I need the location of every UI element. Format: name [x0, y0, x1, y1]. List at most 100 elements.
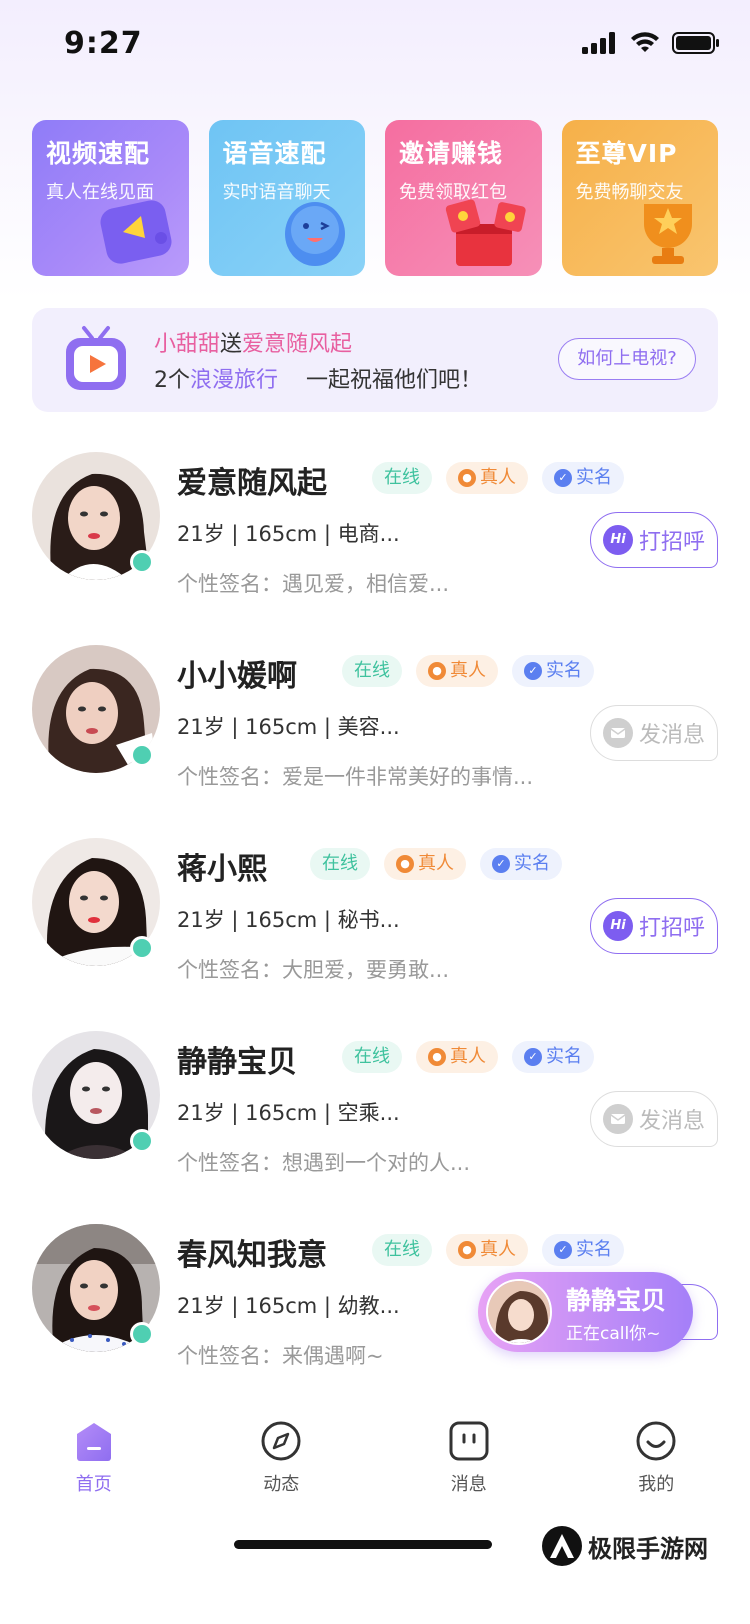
home-icon — [76, 1423, 111, 1461]
banner-receiver: 爱意随风起 — [242, 332, 353, 357]
person-icon: ● — [396, 855, 414, 873]
user-signature: 个性签名：来偶遇啊~ — [177, 1344, 384, 1368]
user-name: 春风知我意 — [177, 1238, 327, 1273]
tag-verified: ✓ 实名 — [512, 655, 594, 687]
user-name: 小小媛啊 — [177, 659, 297, 694]
tag-online: 在线 — [372, 1234, 432, 1266]
user-tags: 在线 ● 真人 ✓ 实名 — [342, 1041, 594, 1073]
banner-verb: 送 — [220, 332, 243, 357]
banner-line-2: 2个浪漫旅行 一起祝福他们吧！ — [154, 362, 482, 394]
send-message-label: 发消息 — [638, 1109, 705, 1134]
tab-label: 我的 — [638, 1474, 675, 1495]
bottom-tab-bar: 首页 动态 消息 我的 — [0, 1420, 750, 1520]
user-name: 蒋小熙 — [177, 852, 267, 887]
feature-subtitle: 真人在线见面 — [46, 182, 154, 203]
person-icon: ● — [458, 1241, 476, 1259]
feature-card-video-match[interactable]: 视频速配 真人在线见面 — [32, 120, 189, 276]
user-tags: 在线 ● 真人 ✓ 实名 — [372, 462, 624, 494]
online-indicator — [130, 550, 154, 574]
user-info: 21岁 | 165cm | 美容... — [177, 715, 400, 739]
tab-home[interactable]: 首页 — [44, 1420, 144, 1520]
banner-sender: 小甜甜 — [154, 332, 221, 357]
user-name: 爱意随风起 — [177, 466, 327, 501]
banner-wish: 一起祝福他们吧！ — [306, 368, 483, 393]
feature-title: 语音速配 — [222, 139, 327, 168]
online-indicator — [130, 1322, 154, 1346]
tag-real-person: ● 真人 — [384, 848, 466, 880]
tab-profile[interactable]: 我的 — [606, 1420, 706, 1520]
online-indicator — [130, 936, 154, 960]
verified-check-icon: ✓ — [554, 469, 572, 487]
person-icon: ● — [428, 1048, 446, 1066]
user-signature: 个性签名：爱是一件非常美好的事情... — [177, 765, 534, 789]
user-info: 21岁 | 165cm | 幼教... — [177, 1294, 400, 1318]
signal-icon — [582, 32, 615, 54]
banner-line-1: 小甜甜送爱意随风起 — [154, 326, 352, 358]
call-text: 静静宝贝 正在call你~ — [566, 1281, 666, 1344]
tag-online: 在线 — [342, 1041, 402, 1073]
user-signature: 个性签名：遇见爱，相信爱... — [177, 572, 450, 596]
feature-card-invite-earn[interactable]: 邀请赚钱 免费领取红包 — [385, 120, 542, 276]
user-card[interactable]: 爱意随风起 在线 ● 真人 ✓ 实名 21岁 | 165cm | 电商... 个性签… — [32, 452, 718, 652]
user-tags: 在线 ● 真人 ✓ 实名 — [310, 848, 562, 880]
status-bar: 9:27 — [0, 0, 750, 88]
tag-online: 在线 — [372, 462, 432, 494]
envelope-icon — [602, 718, 633, 748]
send-message-button[interactable]: 发消息 — [590, 705, 718, 761]
tag-real-person: ● 真人 — [446, 462, 528, 494]
tv-icon — [66, 326, 126, 390]
feature-subtitle: 免费领取红包 — [399, 182, 507, 203]
tag-verified: ✓ 实名 — [542, 462, 624, 494]
feature-title: 邀请赚钱 — [399, 139, 504, 168]
send-message-button[interactable]: 发消息 — [590, 1091, 718, 1147]
tab-label: 动态 — [263, 1474, 300, 1495]
online-indicator — [130, 1129, 154, 1153]
envelope-icon — [602, 1104, 633, 1134]
tag-real-person: ● 真人 — [416, 1041, 498, 1073]
status-icons — [582, 32, 720, 54]
tv-gift-banner[interactable]: 小甜甜送爱意随风起 2个浪漫旅行 一起祝福他们吧！ 如何上电视? — [32, 308, 718, 412]
user-info: 21岁 | 165cm | 空乘... — [177, 1101, 400, 1125]
greet-button-label: 打招呼 — [638, 530, 705, 555]
user-card[interactable]: 小小媛啊 在线 ● 真人 ✓ 实名 21岁 | 165cm | 美容... 个性签名… — [32, 645, 718, 845]
feature-card-vip[interactable]: 至尊VIP 免费畅聊交友 — [561, 120, 718, 276]
user-signature: 个性签名：想遇到一个对的人... — [177, 1151, 471, 1175]
tag-online: 在线 — [342, 655, 402, 687]
call-status: 正在call你~ — [566, 1323, 661, 1344]
user-info: 21岁 | 165cm | 秘书... — [177, 908, 400, 932]
user-name: 静静宝贝 — [177, 1045, 297, 1080]
online-indicator — [130, 743, 154, 767]
how-to-get-on-tv-button[interactable]: 如何上电视? — [558, 338, 696, 380]
feature-card-voice-match[interactable]: 语音速配 实时语音聊天 — [208, 120, 365, 276]
feature-cards: 视频速配 真人在线见面 语音速配 实时语音聊天 邀请赚钱 免费领取红包 至尊VI… — [32, 120, 718, 276]
user-card[interactable]: 蒋小熙 在线 ● 真人 ✓ 实名 21岁 | 165cm | 秘书... 个性签名：… — [32, 838, 718, 1038]
verified-check-icon: ✓ — [524, 662, 542, 680]
tab-label: 消息 — [450, 1474, 487, 1495]
send-message-label: 发消息 — [638, 723, 705, 748]
home-indicator — [234, 1540, 492, 1549]
verified-check-icon: ✓ — [554, 1241, 572, 1259]
tag-verified: ✓ 实名 — [480, 848, 562, 880]
status-time: 9:27 — [64, 26, 143, 61]
feature-subtitle: 免费畅聊交友 — [575, 182, 684, 203]
banner-gift: 浪漫旅行 — [190, 368, 279, 393]
battery-icon — [672, 32, 719, 54]
person-icon: ● — [428, 662, 446, 680]
feature-subtitle: 实时语音聊天 — [222, 182, 331, 203]
incoming-call-float[interactable]: 静静宝贝 正在call你~ — [478, 1272, 693, 1352]
wifi-icon — [631, 32, 659, 52]
greet-button[interactable]: Hi 打招呼 — [590, 512, 718, 568]
tab-feed[interactable]: 动态 — [231, 1420, 331, 1520]
user-tags: 在线 ● 真人 ✓ 实名 — [372, 1234, 624, 1266]
user-card[interactable]: 静静宝贝 在线 ● 真人 ✓ 实名 21岁 | 165cm | 空乘... 个性签名… — [32, 1031, 718, 1231]
greet-button[interactable]: Hi 打招呼 — [590, 898, 718, 954]
caller-name: 静静宝贝 — [566, 1285, 667, 1315]
feature-title: 至尊VIP — [575, 139, 678, 168]
verified-check-icon: ✓ — [492, 855, 510, 873]
watermark-logo-icon — [542, 1526, 582, 1566]
tab-messages[interactable]: 消息 — [419, 1420, 519, 1520]
tag-online: 在线 — [310, 848, 370, 880]
compass-icon — [261, 1421, 301, 1461]
user-tags: 在线 ● 真人 ✓ 实名 — [342, 655, 594, 687]
tab-label: 首页 — [75, 1474, 112, 1495]
